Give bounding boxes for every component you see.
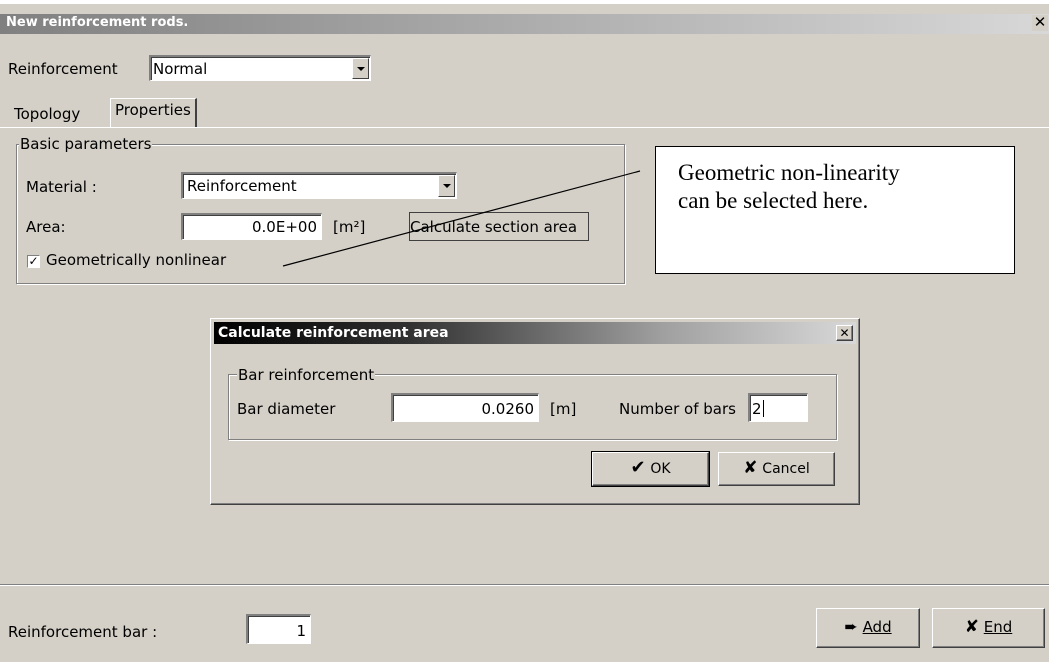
x-icon: ✘ <box>743 458 758 478</box>
x-icon: ✘ <box>964 617 979 637</box>
close-icon[interactable]: ✕ <box>836 325 853 341</box>
dialog-title: Calculate reinforcement area <box>218 325 449 341</box>
end-label: End <box>983 618 1013 636</box>
number-of-bars-input[interactable]: 2 <box>748 393 808 422</box>
number-of-bars-value: 2 <box>752 400 762 418</box>
annotation-callout: Geometric non-linearity can be selected … <box>655 146 1015 274</box>
bar-diameter-input[interactable]: 0.0260 <box>391 393 539 422</box>
reinforcement-bar-input[interactable]: 1 <box>246 614 311 644</box>
bar-reinforcement-label: Bar reinforcement <box>237 366 376 384</box>
calculate-area-dialog: Calculate reinforcement area ✕ Bar reinf… <box>210 318 860 505</box>
number-of-bars-label: Number of bars <box>619 400 736 418</box>
ok-label: OK <box>650 461 671 477</box>
cancel-label: Cancel <box>762 461 810 477</box>
cancel-button[interactable]: ✘ Cancel <box>718 452 835 486</box>
reinforcement-bar-value: 1 <box>296 622 306 640</box>
check-icon: ✔ <box>630 457 646 478</box>
callout-line-1: Geometric non-linearity <box>678 160 900 185</box>
callout-line-2: can be selected here. <box>678 188 869 213</box>
bar-diameter-label: Bar diameter <box>237 400 336 418</box>
end-button[interactable]: ✘ End <box>932 608 1045 648</box>
ok-button[interactable]: ✔ OK <box>591 451 710 487</box>
bar-diameter-value: 0.0260 <box>481 400 535 418</box>
text-cursor <box>763 400 764 417</box>
reinforcement-bar-label: Reinforcement bar : <box>8 623 158 641</box>
add-button[interactable]: ➨ Add <box>816 608 920 648</box>
dialog-title-bar: Calculate reinforcement area ✕ <box>214 322 856 344</box>
bar-diameter-unit: [m] <box>550 400 577 418</box>
number-of-bars-label-clip: Number of bars <box>619 400 749 418</box>
add-label: Add <box>862 618 892 636</box>
arrow-right-icon: ➨ <box>844 617 858 636</box>
footer-separator <box>0 584 1049 586</box>
